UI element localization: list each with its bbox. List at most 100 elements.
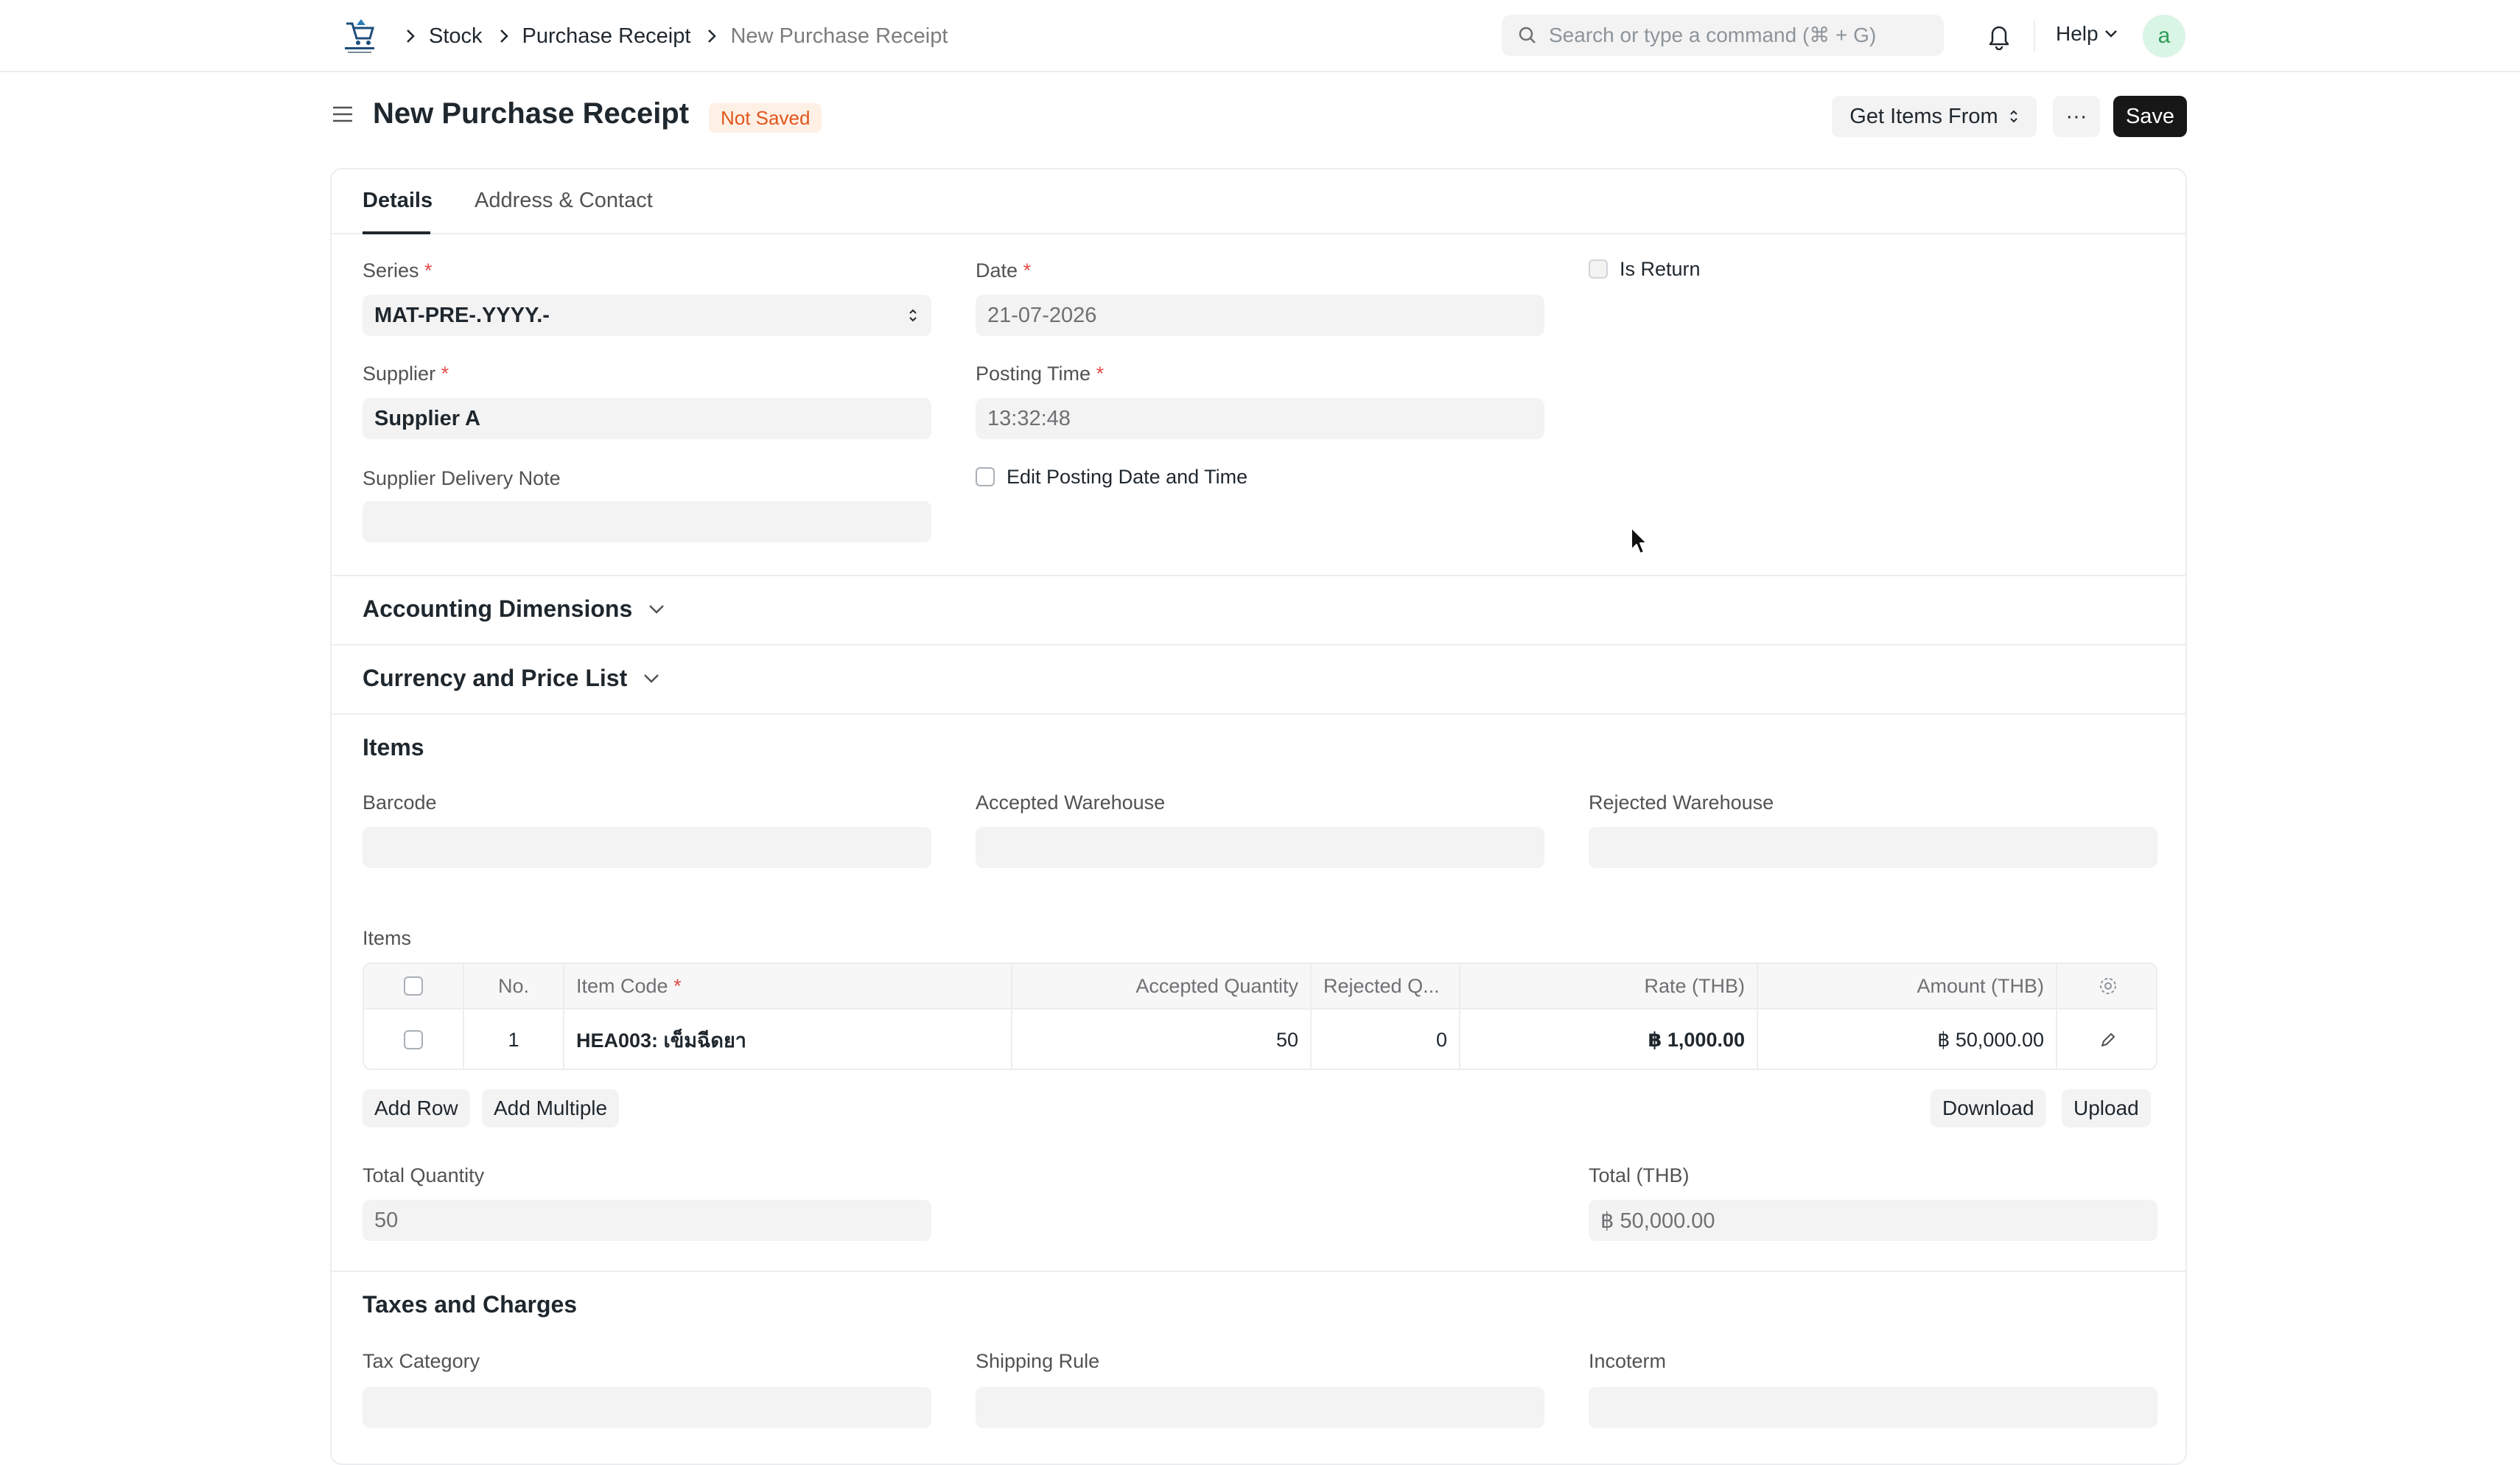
- is-return-label: Is Return: [1620, 258, 1701, 280]
- supplier-delivery-note-label: Supplier Delivery Note: [363, 467, 561, 489]
- tab-address-contact[interactable]: Address & Contact: [475, 189, 653, 213]
- row-checkbox[interactable]: [404, 1030, 423, 1049]
- section-divider: [332, 1270, 2185, 1272]
- chevron-down-icon: [649, 604, 665, 614]
- supplier-field[interactable]: Supplier A: [363, 398, 931, 439]
- status-badge: Not Saved: [709, 103, 822, 133]
- chevron-right-icon: [707, 28, 717, 44]
- date-field[interactable]: 21-07-2026: [976, 295, 1544, 336]
- items-table-label: Items: [363, 927, 412, 949]
- save-button[interactable]: Save: [2113, 96, 2187, 137]
- download-button[interactable]: Download: [1931, 1089, 2046, 1127]
- chevron-down-icon: [644, 674, 659, 683]
- column-settings-cell: [2057, 964, 2156, 1008]
- rejected-warehouse-field[interactable]: [1589, 827, 2157, 868]
- total-label: Total (THB): [1589, 1164, 1690, 1186]
- search-bar[interactable]: [1502, 15, 1944, 56]
- supplier-label: Supplier *: [363, 363, 449, 385]
- items-section-title: Items: [363, 734, 424, 761]
- table-header: No. Item Code * Accepted Quantity Reject…: [364, 964, 2156, 1010]
- form-tabs: Details Address & Contact: [332, 169, 2185, 234]
- date-label: Date *: [976, 259, 1032, 282]
- edit-pencil-icon[interactable]: [2099, 1031, 2117, 1049]
- column-header-amount: Amount (THB): [1758, 964, 2057, 1008]
- supplier-delivery-note-field[interactable]: [363, 501, 931, 542]
- upload-button[interactable]: Upload: [2062, 1089, 2151, 1127]
- tax-category-label: Tax Category: [363, 1350, 480, 1372]
- top-navbar: Stock Purchase Receipt New Purchase Rece…: [0, 0, 2520, 72]
- breadcrumb: Stock Purchase Receipt New Purchase Rece…: [405, 0, 964, 72]
- row-edit-cell: [2057, 1010, 2156, 1069]
- series-select[interactable]: MAT-PRE-.YYYY.-: [363, 295, 931, 336]
- items-table: No. Item Code * Accepted Quantity Reject…: [363, 962, 2157, 1070]
- row-amount: ฿ 50,000.00: [1758, 1010, 2057, 1069]
- barcode-field[interactable]: [363, 827, 931, 868]
- select-arrows-icon: [2009, 110, 2017, 123]
- breadcrumb-stock[interactable]: Stock: [429, 24, 483, 49]
- accounting-dimensions-section[interactable]: Accounting Dimensions: [363, 595, 665, 623]
- chevron-right-icon: [405, 28, 416, 44]
- more-icon: ···: [2065, 104, 2087, 128]
- edit-posting-checkbox[interactable]: [976, 467, 995, 486]
- total-quantity-label: Total Quantity: [363, 1164, 485, 1186]
- gear-icon[interactable]: [2098, 976, 2118, 996]
- column-header-item-code: Item Code *: [564, 964, 1012, 1008]
- total-quantity-field: 50: [363, 1200, 931, 1241]
- currency-price-list-section[interactable]: Currency and Price List: [363, 665, 659, 692]
- breadcrumb-purchase-receipt[interactable]: Purchase Receipt: [522, 24, 691, 49]
- accounting-dimensions-title: Accounting Dimensions: [363, 595, 633, 622]
- series-value: MAT-PRE-.YYYY.-: [374, 303, 550, 327]
- chevron-right-icon: [499, 28, 509, 44]
- add-multiple-button[interactable]: Add Multiple: [482, 1089, 620, 1127]
- form-card: Details Address & Contact Series * MAT-P…: [330, 168, 2187, 1465]
- breadcrumb-current: New Purchase Receipt: [730, 24, 948, 48]
- column-header-rate: Rate (THB): [1460, 964, 1758, 1008]
- app-logo[interactable]: [340, 16, 379, 56]
- column-header-rejected-qty: Rejected Q...: [1312, 964, 1460, 1008]
- tax-category-field[interactable]: [363, 1387, 931, 1428]
- select-arrows-icon: [909, 309, 917, 322]
- section-divider: [332, 575, 2185, 576]
- select-all-checkbox[interactable]: [404, 976, 423, 996]
- bell-icon[interactable]: [1987, 22, 2012, 55]
- incoterm-label: Incoterm: [1589, 1350, 1667, 1372]
- row-accepted-qty[interactable]: 50: [1012, 1010, 1312, 1069]
- column-header-no: No.: [464, 964, 564, 1008]
- accepted-warehouse-field[interactable]: [976, 827, 1544, 868]
- get-items-from-button[interactable]: Get Items From: [1832, 96, 2037, 137]
- more-actions-button[interactable]: ···: [2053, 96, 2100, 137]
- row-rejected-qty[interactable]: 0: [1312, 1010, 1460, 1069]
- chevron-down-icon: [2104, 30, 2117, 38]
- tab-details[interactable]: Details: [363, 189, 433, 213]
- get-items-from-label: Get Items From: [1849, 104, 1998, 128]
- posting-time-field[interactable]: 13:32:48: [976, 398, 1544, 439]
- edit-posting-label: Edit Posting Date and Time: [1007, 466, 1248, 488]
- row-select-cell: [364, 1010, 464, 1069]
- search-icon: [1519, 27, 1536, 43]
- row-item-code[interactable]: HEA003: เข็มฉีดยา: [564, 1010, 1012, 1069]
- row-no: 1: [464, 1010, 564, 1069]
- section-divider: [332, 713, 2185, 715]
- total-field: ฿ 50,000.00: [1589, 1200, 2157, 1241]
- shipping-rule-label: Shipping Rule: [976, 1350, 1100, 1372]
- series-label: Series *: [363, 259, 433, 282]
- mouse-cursor-icon: [1630, 526, 1649, 561]
- shipping-rule-field[interactable]: [976, 1387, 1544, 1428]
- column-header-accepted-qty: Accepted Quantity: [1012, 964, 1312, 1008]
- active-tab-indicator: [363, 231, 430, 234]
- is-return-checkbox[interactable]: [1589, 259, 1608, 279]
- add-row-button[interactable]: Add Row: [363, 1089, 470, 1127]
- help-label: Help: [2056, 22, 2099, 45]
- table-row[interactable]: 1 HEA003: เข็มฉีดยา 50 0 ฿ 1,000.00 ฿ 50…: [364, 1010, 2156, 1069]
- row-rate[interactable]: ฿ 1,000.00: [1460, 1010, 1758, 1069]
- page-title: New Purchase Receipt: [373, 97, 690, 130]
- help-menu[interactable]: Help: [2056, 22, 2118, 46]
- avatar[interactable]: a: [2143, 15, 2185, 57]
- rejected-warehouse-label: Rejected Warehouse: [1589, 791, 1774, 814]
- sidebar-toggle-icon[interactable]: [332, 103, 354, 130]
- posting-time-label: Posting Time *: [976, 363, 1105, 385]
- section-divider: [332, 644, 2185, 646]
- incoterm-field[interactable]: [1589, 1387, 2157, 1428]
- nav-divider: [2034, 21, 2035, 52]
- search-input[interactable]: [1549, 24, 1944, 47]
